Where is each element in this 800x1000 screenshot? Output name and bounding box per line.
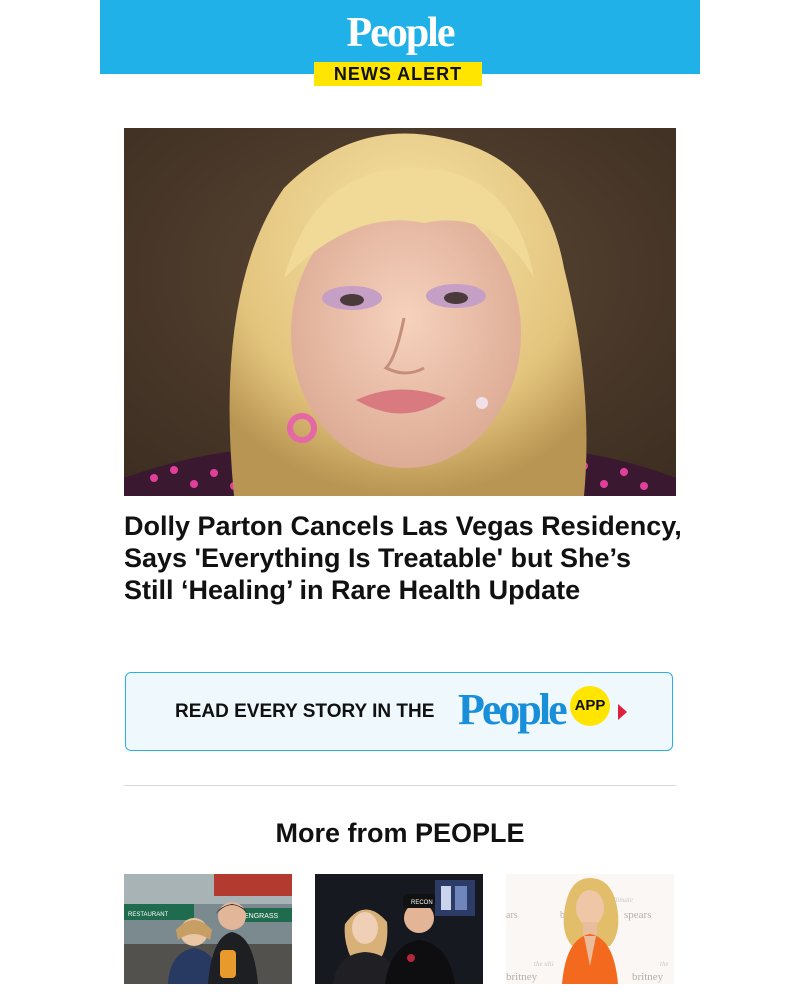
engrass-sign-text: ENGRASS	[244, 913, 279, 920]
hero-image[interactable]	[124, 128, 676, 496]
news-alert-badge: NEWS ALERT	[314, 62, 482, 86]
restaurant-sign-text: RESTAURANT	[128, 912, 169, 918]
people-app-banner[interactable]: READ EVERY STORY IN THE People APP	[125, 672, 673, 751]
section-divider	[124, 785, 676, 786]
cap-text: RECON	[411, 900, 433, 906]
thumbnail-story-2[interactable]: RECON	[315, 874, 483, 984]
arrow-right-icon	[618, 704, 627, 720]
app-badge: APP	[570, 686, 610, 726]
svg-text:britney: britney	[632, 971, 664, 983]
svg-text:the ulti: the ulti	[534, 960, 554, 968]
svg-text:spears: spears	[624, 909, 652, 921]
app-banner-text: READ EVERY STORY IN THE	[175, 701, 435, 722]
thumbnail-story-1[interactable]: RESTAURANT ENGRASS	[124, 874, 292, 984]
svg-text:britney: britney	[506, 971, 538, 983]
thumbnail-story-3[interactable]: ars b ultimate spears the ulti britney t…	[506, 874, 674, 984]
svg-text:ars: ars	[506, 910, 518, 921]
more-from-people-heading: More from PEOPLE	[275, 818, 525, 848]
svg-text:the: the	[660, 960, 669, 968]
people-app-logo: People	[458, 685, 568, 734]
article-headline[interactable]: Dolly Parton Cancels Las Vegas Residency…	[124, 510, 684, 606]
people-logo[interactable]: People	[0, 8, 800, 58]
